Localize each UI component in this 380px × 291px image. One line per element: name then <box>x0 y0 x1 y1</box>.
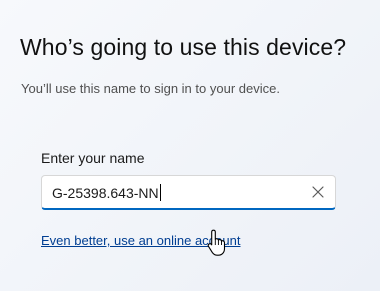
page-title: Who’s going to use this device? <box>20 34 347 60</box>
name-input-value-wrap: G-25398.643-NN <box>52 184 161 201</box>
name-input-value: G-25398.643-NN <box>52 185 159 201</box>
close-icon <box>312 186 324 198</box>
text-caret <box>159 184 161 201</box>
clear-input-button[interactable] <box>307 182 329 202</box>
online-account-link[interactable]: Even better, use an online account <box>41 233 240 248</box>
name-field-label: Enter your name <box>41 150 145 166</box>
page-subtitle: You’ll use this name to sign in to your … <box>21 81 280 96</box>
name-input[interactable]: G-25398.643-NN <box>41 175 336 210</box>
